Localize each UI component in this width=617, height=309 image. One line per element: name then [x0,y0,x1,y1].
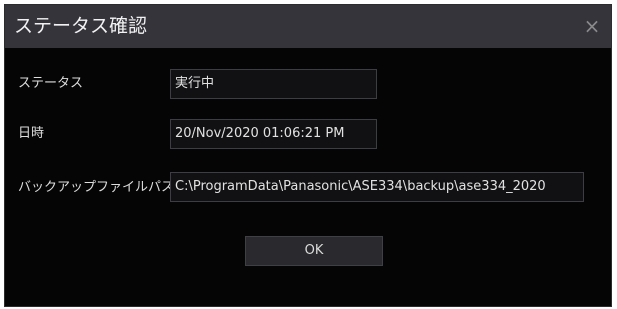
datetime-field[interactable]: 20/Nov/2020 01:06:21 PM [170,119,377,149]
dialog-title: ステータス確認 [14,15,148,37]
status-field[interactable]: 実行中 [170,69,377,99]
datetime-label: 日時 [18,126,45,141]
status-label: ステータス [18,76,84,91]
dialog-titlebar: ステータス確認 × [5,5,611,48]
status-dialog: ステータス確認 × ステータス 実行中 日時 20/Nov/2020 01:06… [4,4,612,307]
backup-path-field[interactable]: C:\ProgramData\Panasonic\ASE334\backup\a… [170,172,584,202]
backup-path-label: バックアップファイルパス [18,180,175,195]
close-icon[interactable]: × [582,16,602,36]
ok-button[interactable]: OK [245,236,383,266]
